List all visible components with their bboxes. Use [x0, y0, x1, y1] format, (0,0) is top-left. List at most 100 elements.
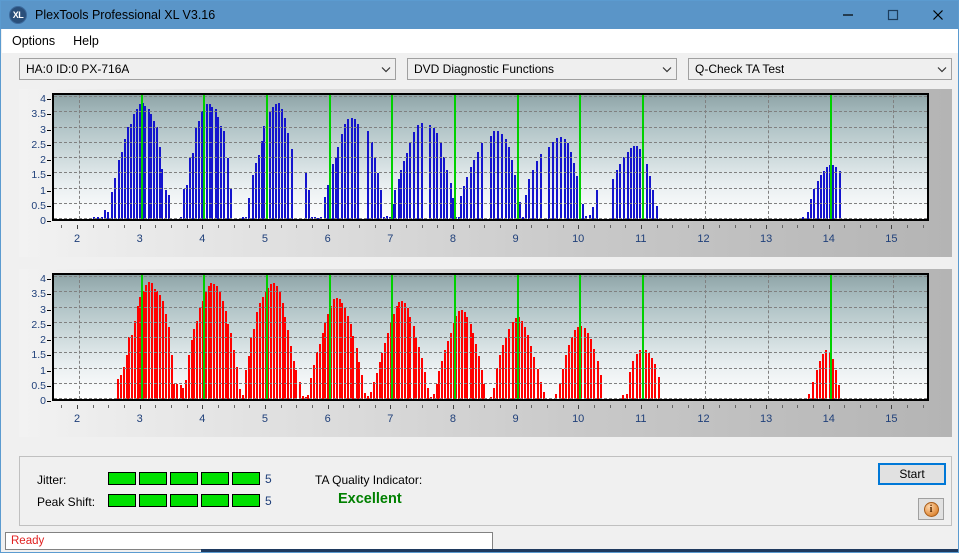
gridline-horizontal — [54, 218, 927, 219]
chart-bar — [340, 134, 343, 219]
chart-bar — [376, 173, 379, 219]
x-axis-tick — [766, 225, 768, 229]
x-axis-minor-tick — [922, 225, 924, 228]
chevron-down-icon — [933, 59, 951, 79]
x-axis-tick — [452, 225, 454, 229]
x-axis-minor-tick — [734, 405, 736, 408]
gridline-horizontal — [54, 352, 927, 354]
gridline-horizontal — [54, 96, 927, 98]
x-axis-minor-tick — [437, 225, 439, 228]
drive-select[interactable]: HA:0 ID:0 PX-716A — [19, 58, 396, 80]
x-axis-minor-tick — [719, 225, 721, 228]
x-axis-minor-tick — [562, 405, 564, 408]
chart-marker-line — [265, 95, 268, 219]
chart-bar — [291, 148, 294, 219]
meter-segment — [232, 472, 260, 485]
chart-bar — [167, 327, 170, 399]
x-axis-minor-tick — [609, 405, 611, 408]
x-axis-minor-tick — [546, 405, 548, 408]
meter-segment — [108, 472, 136, 485]
chart-bar — [813, 188, 816, 219]
x-axis-minor-tick — [343, 225, 345, 228]
chart-bar — [652, 190, 655, 219]
x-axis-tick — [640, 225, 642, 229]
y-axis-tick-label: 3.5 — [31, 288, 46, 301]
x-axis-tick-label: 5 — [261, 233, 269, 245]
x-axis-minor-tick — [437, 405, 439, 408]
x-axis-minor-tick — [311, 405, 313, 408]
x-axis-tick-label: 12 — [697, 233, 710, 245]
peak-shift-value: 5 — [265, 494, 272, 508]
x-axis-tick — [452, 405, 454, 409]
maximize-button[interactable] — [870, 1, 915, 29]
y-axis-tick — [47, 324, 51, 326]
meter-segment — [170, 494, 198, 507]
chart-bar — [274, 103, 277, 219]
function-select[interactable]: DVD Diagnostic Functions — [407, 58, 677, 80]
chart-bar — [519, 202, 522, 219]
x-axis-tick-label: 3 — [136, 413, 143, 425]
meter-segment — [201, 472, 229, 485]
chart-bar — [511, 322, 514, 399]
y-axis-tick — [47, 279, 51, 281]
x-axis-tick-label: 15 — [885, 233, 898, 245]
minimize-button[interactable] — [825, 1, 870, 29]
chart-bar — [381, 352, 384, 399]
chart-bar — [436, 132, 439, 219]
chart-bar — [337, 147, 340, 219]
chart-bar — [123, 138, 126, 219]
chart-bar — [834, 370, 837, 399]
chart-bar — [413, 132, 416, 219]
chart-bar — [443, 350, 446, 399]
chart-bar — [423, 371, 426, 399]
x-axis-tick — [515, 225, 517, 229]
test-select[interactable]: Q-Check TA Test — [688, 58, 952, 80]
chart-marker-line — [516, 95, 519, 219]
menu-item-help[interactable]: Help — [65, 31, 107, 51]
x-axis-tick — [640, 405, 642, 409]
x-axis-minor-tick — [781, 225, 783, 228]
x-axis-tick-label: 5 — [261, 413, 269, 425]
x-axis-minor-tick — [593, 405, 595, 408]
x-axis-minor-tick — [860, 225, 862, 228]
chart-bar — [394, 190, 397, 219]
chart-bar — [460, 196, 463, 219]
chart-bar — [173, 383, 176, 399]
chart-bar — [825, 349, 828, 399]
x-axis-minor-tick — [546, 225, 548, 228]
x-axis-minor-tick — [860, 405, 862, 408]
x-axis-tick-label: 6 — [324, 233, 331, 245]
x-axis-minor-tick — [233, 225, 235, 228]
x-axis-tick-label: 2 — [73, 233, 81, 245]
chart-bar — [815, 370, 818, 399]
chart-bar — [167, 194, 170, 219]
chart-bar — [561, 368, 564, 399]
chart-bar — [409, 316, 412, 399]
info-button[interactable]: i — [918, 498, 944, 520]
chart-bar — [611, 179, 614, 219]
chart-bar — [379, 190, 382, 219]
chart-bar — [221, 301, 224, 399]
y-axis-tick-label: 2 — [40, 154, 46, 167]
x-axis-minor-tick — [531, 225, 533, 228]
chart-bar — [592, 348, 595, 399]
peak-shift-chart-x-axis: 2 3 4 5 6 7 8 9 10 11 12 13 14 15 — [52, 405, 929, 433]
x-axis-minor-tick — [562, 225, 564, 228]
taskbar-strip — [201, 549, 958, 552]
x-axis-tick-label: 14 — [822, 233, 835, 245]
start-button[interactable]: Start — [878, 463, 946, 485]
chart-marker-line — [140, 95, 143, 219]
chart-bar — [420, 123, 423, 219]
x-axis-minor-tick — [296, 405, 298, 408]
x-axis-tick-label: 11 — [635, 413, 647, 425]
x-axis-minor-tick — [531, 405, 533, 408]
chart-bar — [284, 317, 287, 399]
x-axis-minor-tick — [656, 225, 658, 228]
chart-bar — [586, 332, 589, 399]
menu-item-options[interactable]: Options — [4, 31, 63, 51]
x-axis-tick — [578, 225, 580, 229]
chart-marker-line — [391, 275, 394, 399]
x-axis-minor-tick — [687, 405, 689, 408]
close-button[interactable] — [915, 1, 958, 29]
x-axis-tick — [703, 405, 705, 409]
